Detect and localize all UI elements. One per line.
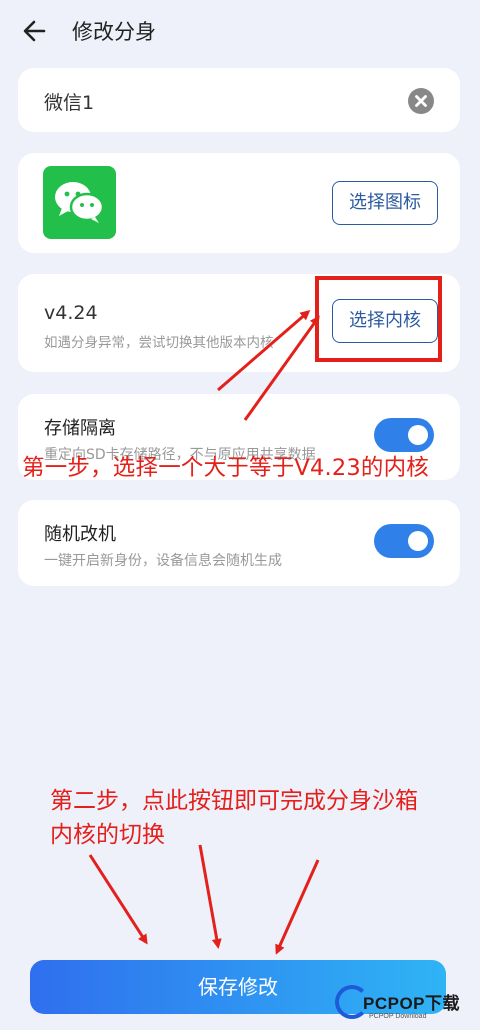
wechat-icon (55, 182, 105, 223)
step2-line2: 内核的切换 (50, 822, 165, 848)
toggle-knob (408, 531, 428, 551)
clone-name-field[interactable]: 微信1 (44, 88, 94, 115)
core-hint: 如遇分身异常，尝试切换其他版本内核 (44, 335, 274, 351)
core-version: v4.24 (44, 302, 98, 324)
back-arrow-icon (23, 20, 46, 42)
clear-icon (408, 88, 434, 114)
step2-annotation: 第二步，点此按钮即可完成分身沙箱 内核的切换 (50, 784, 418, 852)
arrow-to-save-2 (198, 844, 222, 949)
storage-isolation-title: 存储隔离 (44, 418, 116, 439)
random-device-title: 随机改机 (44, 524, 116, 545)
storage-isolation-toggle[interactable] (374, 418, 434, 452)
app-icon (43, 166, 116, 239)
watermark-sub: PCPOP Download (369, 1013, 427, 1020)
name-card: 微信1 (18, 68, 460, 132)
watermark: PCPOP下载 PCPOP Download (335, 985, 475, 1027)
random-device-desc: 一键开启新身份，设备信息会随机生成 (44, 553, 282, 569)
step2-line1: 第二步，点此按钮即可完成分身沙箱 (50, 788, 418, 814)
select-icon-button[interactable]: 选择图标 (332, 181, 438, 225)
header: 修改分身 (0, 0, 480, 60)
arrow-to-save-1 (88, 854, 148, 945)
back-button[interactable] (18, 14, 52, 48)
step1-annotation: 第一步，选择一个大于等于V4.23的内核 (22, 455, 429, 481)
random-device-card: 随机改机 一键开启新身份，设备信息会随机生成 (18, 500, 460, 586)
highlight-box (315, 276, 442, 362)
watermark-brand: PCPOP下载 (363, 994, 461, 1013)
icon-card: 选择图标 (18, 153, 460, 253)
random-device-toggle[interactable] (374, 524, 434, 558)
toggle-knob (408, 425, 428, 445)
page-title: 修改分身 (72, 20, 156, 44)
clear-button[interactable] (408, 88, 434, 114)
arrow-to-save-3 (275, 859, 320, 955)
